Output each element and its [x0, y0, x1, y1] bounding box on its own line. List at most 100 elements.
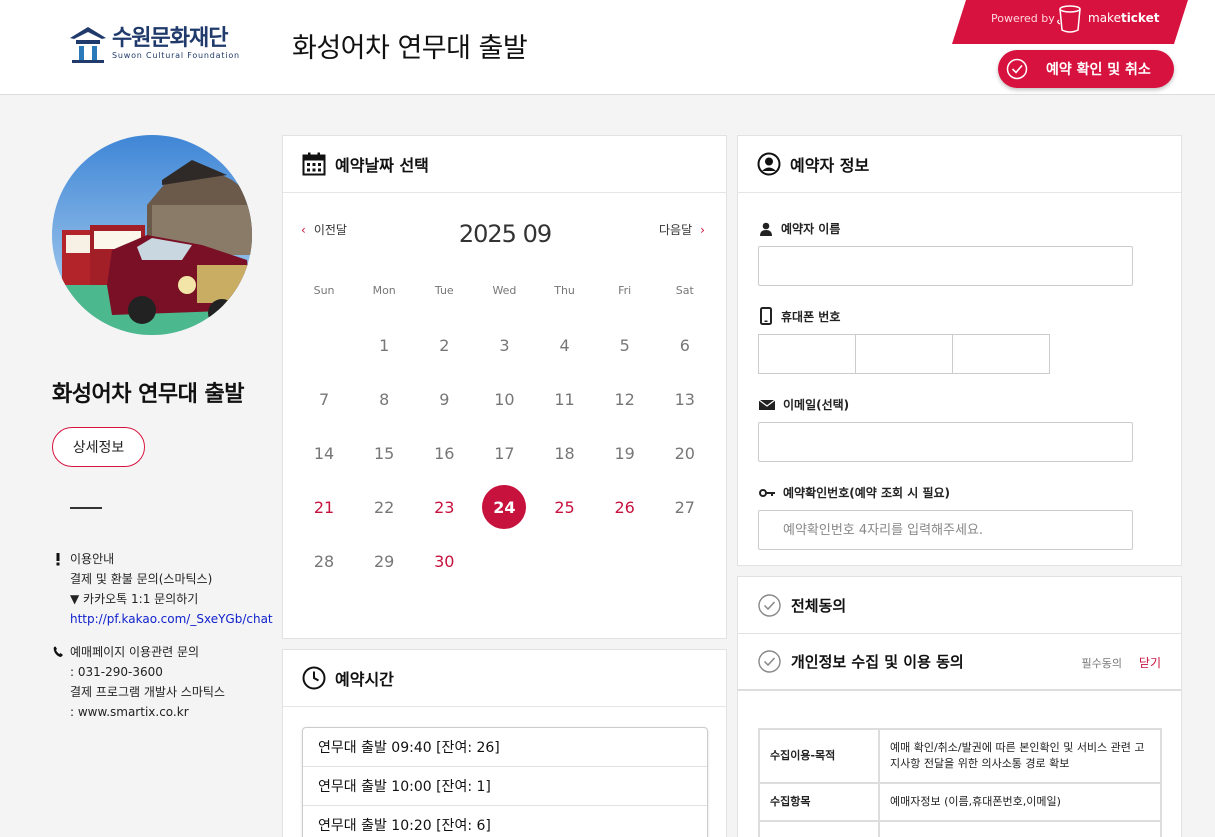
- calendar-week-row: 7 8 9 10 11 12 13: [294, 372, 715, 426]
- contact-developer: 결제 프로그램 개발사 스마틱스: [70, 685, 225, 699]
- name-field-label: 예약자 이름: [759, 220, 840, 237]
- agreement-panel: 전체동의 개인정보 수집 및 이용 동의 필수동의 닫기 수집이용-목적 예매 …: [737, 576, 1182, 837]
- weekday-label: Fri: [618, 284, 632, 297]
- contact-website: : www.smartix.co.kr: [70, 705, 189, 719]
- name-label-text: 예약자 이름: [781, 222, 841, 236]
- calendar-day-9[interactable]: 9: [414, 372, 474, 426]
- calendar-day-21[interactable]: 21: [294, 480, 354, 534]
- calendar-day-3[interactable]: 3: [474, 318, 534, 372]
- weekday-label: Thu: [554, 284, 575, 297]
- calendar-day-14[interactable]: 14: [294, 426, 354, 480]
- suwon-logo[interactable]: 수원문화재단 Suwon Cultural Foundation: [68, 24, 240, 64]
- code-label-text: 예약확인번호(예약 조회 시 필요): [783, 486, 951, 500]
- calendar-empty-cell: [474, 534, 534, 588]
- calendar-day-18[interactable]: 18: [535, 426, 595, 480]
- agree-all-row[interactable]: 전체동의: [738, 577, 1181, 634]
- code-field-label: 예약확인번호(예약 조회 시 필요): [759, 484, 950, 501]
- privacy-agree-label: 개인정보 수집 및 이용 동의: [791, 653, 964, 671]
- calendar-day-25[interactable]: 25: [535, 480, 595, 534]
- calendar-day-13[interactable]: 13: [655, 372, 715, 426]
- divider: [70, 507, 102, 509]
- table-row: 수집항목 예매자정보 (이름,휴대폰번호,이메일): [758, 782, 1162, 822]
- terms-value-cell: [878, 820, 1162, 837]
- time-select-panel: 예약시간 연무대 출발 09:40 [잔여: 26] 연무대 출발 10:00 …: [282, 649, 727, 837]
- selected-day-marker: 24: [482, 485, 527, 529]
- reservation-code-input[interactable]: [758, 510, 1133, 550]
- envelope-icon: [759, 399, 775, 410]
- email-input[interactable]: [758, 422, 1133, 462]
- time-slot-option[interactable]: 연무대 출발 10:00 [잔여: 1]: [303, 767, 707, 806]
- privacy-terms-table: 수집이용-목적 예매 확인/취소/발권에 따른 본인확인 및 서비스 관련 고지…: [758, 728, 1162, 837]
- calendar-grid: Sun Mon Tue Wed Thu Fri Sat 1 2 3 4 5 6 7 8 9 10 11 12 13 1…: [294, 284, 715, 588]
- calendar-day-17[interactable]: 17: [474, 426, 534, 480]
- reservation-confirm-cancel-button[interactable]: 예약 확인 및 취소: [998, 50, 1174, 88]
- product-name: 화성어차 연무대 출발: [52, 382, 244, 407]
- calendar-day-2[interactable]: 2: [414, 318, 474, 372]
- powered-by-banner[interactable]: Powered by maketicket: [952, 0, 1188, 44]
- calendar-day-1[interactable]: 1: [354, 318, 414, 372]
- required-agree-badge: 필수동의: [1081, 657, 1122, 670]
- kakao-chat-link[interactable]: http://pf.kakao.com/_SxeYGb/chat: [70, 612, 273, 626]
- calendar-day-29[interactable]: 29: [354, 534, 414, 588]
- booker-panel-title: 예약자 정보: [790, 156, 870, 175]
- weekday-label: Sun: [313, 284, 335, 297]
- calendar-day-15[interactable]: 15: [354, 426, 414, 480]
- agreement-close-button[interactable]: 닫기: [1139, 654, 1161, 671]
- logo-english-text: Suwon Cultural Foundation: [112, 51, 240, 60]
- calendar-day-27[interactable]: 27: [655, 480, 715, 534]
- next-month-button[interactable]: 다음달 ›: [659, 221, 705, 238]
- terms-value-cell: 예매자정보 (이름,휴대폰번호,이메일): [878, 782, 1162, 822]
- brand-light-text: make: [1088, 11, 1121, 25]
- weekday-header-row: Sun Mon Tue Wed Thu Fri Sat: [294, 284, 715, 304]
- phone-input-part3[interactable]: [952, 334, 1050, 374]
- phone-field-label: 휴대폰 번호: [759, 307, 840, 325]
- date-select-panel: 예약날짜 선택 ‹ 이전달 2025 09 다음달 › Sun Mon Tue Wed Th…: [282, 135, 727, 639]
- calendar-day-20[interactable]: 20: [655, 426, 715, 480]
- chevron-right-icon: ›: [700, 223, 705, 237]
- time-slot-dropdown[interactable]: 연무대 출발 09:40 [잔여: 26] 연무대 출발 10:00 [잔여: …: [302, 727, 708, 837]
- email-label-text: 이메일(선택): [783, 398, 850, 412]
- clock-icon: [302, 666, 326, 690]
- calendar-days: 1 2 3 4 5 6 7 8 9 10 11 12 13 14 15 16 17 18 19 20 21 22 23 24 2…: [294, 318, 715, 588]
- calendar-day-10[interactable]: 10: [474, 372, 534, 426]
- privacy-agree-row[interactable]: 개인정보 수집 및 이용 동의 필수동의 닫기: [738, 634, 1181, 691]
- person-icon: [760, 222, 772, 236]
- terms-key-cell: [758, 820, 880, 837]
- calendar-week-row: 21 22 23 24 25 26 27: [294, 480, 715, 534]
- time-slot-option[interactable]: 연무대 출발 10:20 [잔여: 6]: [303, 806, 707, 837]
- terms-value-cell: 예매 확인/취소/발권에 따른 본인확인 및 서비스 관련 고지사항 전달을 위…: [878, 728, 1162, 784]
- tour-train-image: [52, 135, 252, 335]
- calendar-day-19[interactable]: 19: [595, 426, 655, 480]
- booker-name-input[interactable]: [758, 246, 1133, 286]
- calendar-day-4[interactable]: 4: [535, 318, 595, 372]
- calendar-week-row: 123456: [294, 318, 715, 372]
- contact-title: 예매페이지 이용관련 문의: [70, 645, 200, 659]
- detail-info-button[interactable]: 상세정보: [52, 427, 145, 467]
- calendar-week-row: 28 29 30: [294, 534, 715, 588]
- calendar-day-26[interactable]: 26: [595, 480, 655, 534]
- calendar-day-7[interactable]: 7: [294, 372, 354, 426]
- calendar-day-5[interactable]: 5: [595, 318, 655, 372]
- calendar-day-11[interactable]: 11: [535, 372, 595, 426]
- time-slot-option[interactable]: 연무대 출발 09:40 [잔여: 26]: [303, 728, 707, 767]
- weekday-label: Sat: [675, 284, 694, 297]
- top-header: 수원문화재단 Suwon Cultural Foundation 화성어차 연무…: [0, 0, 1215, 95]
- time-panel-title: 예약시간: [335, 670, 394, 689]
- calendar-day-22[interactable]: 22: [354, 480, 414, 534]
- confirm-button-label: 예약 확인 및 취소: [1046, 62, 1151, 78]
- usage-title: 이용안내: [70, 552, 115, 566]
- booker-panel-header: 예약자 정보: [738, 136, 1181, 193]
- calendar-day-6[interactable]: 6: [655, 318, 715, 372]
- terms-key-cell: 수집이용-목적: [758, 728, 880, 784]
- product-photo: [52, 135, 252, 335]
- calendar-day-16[interactable]: 16: [414, 426, 474, 480]
- phone-input-part2[interactable]: [855, 334, 953, 374]
- weekday-label: Mon: [372, 284, 396, 297]
- phone-input-part1[interactable]: [758, 334, 856, 374]
- calendar-day-30[interactable]: 30: [414, 534, 474, 588]
- calendar-day-24[interactable]: 24: [474, 480, 534, 534]
- calendar-day-28[interactable]: 28: [294, 534, 354, 588]
- calendar-day-23[interactable]: 23: [414, 480, 474, 534]
- calendar-day-12[interactable]: 12: [595, 372, 655, 426]
- calendar-day-8[interactable]: 8: [354, 372, 414, 426]
